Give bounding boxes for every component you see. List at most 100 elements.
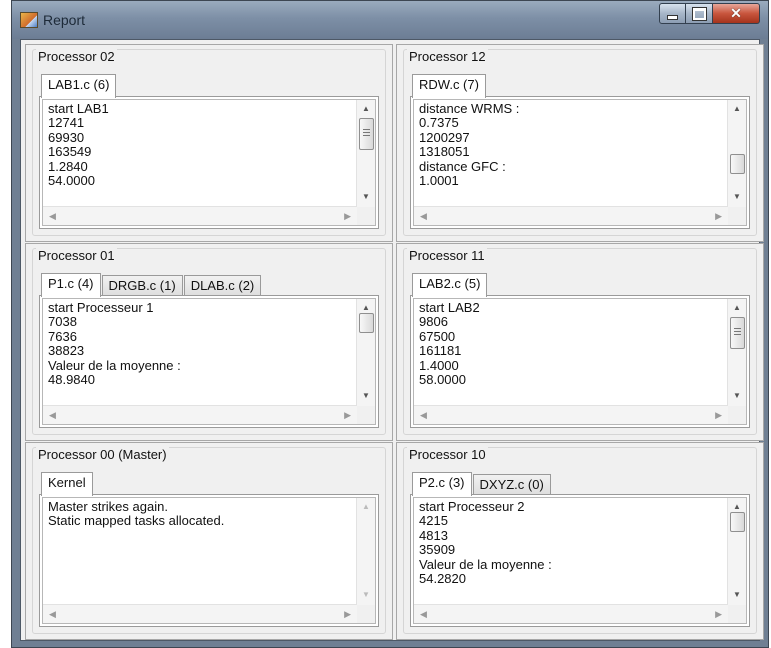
source-file-tab[interactable]: DXYZ.c (0) (472, 474, 551, 495)
scroll-left-arrow-icon[interactable]: ◀ (420, 212, 427, 221)
scroll-left-arrow-icon[interactable]: ◀ (49, 212, 56, 221)
scroll-thumb[interactable] (730, 154, 745, 174)
output-line: 0.7375 (419, 115, 459, 131)
tab-strip: Kernel (41, 472, 94, 496)
vertical-scrollbar[interactable]: ▲ ▼ (356, 299, 375, 406)
source-file-tab[interactable]: LAB2.c (5) (412, 273, 488, 297)
processor-groupbox: Processor 11 LAB2.c (5) start LAB2 9806 6750… (403, 248, 757, 435)
window-controls: ✕ (659, 3, 760, 26)
horizontal-scrollbar[interactable]: ◀ ▶ (43, 604, 357, 623)
close-button[interactable]: ✕ (713, 3, 760, 24)
source-file-tab[interactable]: P1.c (4) (41, 273, 101, 297)
output-line: 7636 (48, 328, 77, 344)
output-line: 7038 (48, 314, 77, 330)
output-textbox[interactable]: start Processeur 2 4215 4813 35909 Valeur de… (413, 497, 747, 624)
output-line: 1.2840 (48, 158, 88, 174)
scroll-thumb[interactable] (730, 512, 745, 532)
vertical-scrollbar[interactable]: ▲ ▼ (356, 100, 375, 207)
processor-title: Processor 02 (36, 49, 117, 64)
scroll-thumb[interactable] (730, 317, 745, 349)
title-bar[interactable]: Report ✕ (12, 1, 768, 39)
processor-panel: Processor 00 (Master) Kernel Master strike… (25, 442, 393, 640)
tab-page: start Processeur 1 7038 7636 38823 Valeur de… (39, 295, 379, 428)
output-line: 1200297 (419, 129, 470, 145)
processor-groupbox: Processor 00 (Master) Kernel Master strike… (32, 447, 386, 634)
scroll-left-arrow-icon[interactable]: ◀ (49, 411, 56, 420)
tab-page: distance WRMS :0.7375 1200297 1318051 dista… (410, 96, 750, 229)
scroll-thumb[interactable] (359, 118, 374, 150)
scroll-right-arrow-icon[interactable]: ▶ (715, 212, 722, 221)
horizontal-scrollbar[interactable]: ◀ ▶ (414, 405, 728, 424)
tab-page: start LAB1 12741 69930 163549 1.2840 54.0000 ▲… (39, 96, 379, 229)
scroll-up-arrow-icon[interactable]: ▲ (362, 304, 370, 312)
output-textbox[interactable]: distance WRMS :0.7375 1200297 1318051 dista… (413, 99, 747, 226)
scroll-down-arrow-icon[interactable]: ▼ (362, 591, 370, 599)
output-line: 1.4000 (419, 357, 459, 373)
tab-page: start LAB2 9806 67500 161181 1.4000 58.0000 ▲ ▼… (410, 295, 750, 428)
source-file-tab[interactable]: Kernel (41, 472, 93, 496)
scroll-up-arrow-icon[interactable]: ▲ (362, 503, 370, 511)
source-file-tab[interactable]: P2.c (3) (412, 472, 472, 496)
source-file-tab[interactable]: LAB1.c (6) (41, 74, 117, 98)
app-icon[interactable] (20, 12, 38, 28)
minimize-icon (667, 14, 678, 20)
processor-title: Processor 11 (407, 248, 487, 263)
scroll-down-arrow-icon[interactable]: ▼ (362, 392, 370, 400)
horizontal-scrollbar[interactable]: ◀ ▶ (43, 405, 357, 424)
output-text: Master strikes again. Static mapped tasks… (48, 500, 353, 596)
scroll-right-arrow-icon[interactable]: ▶ (715, 411, 722, 420)
horizontal-scrollbar[interactable]: ◀ ▶ (414, 604, 728, 623)
output-line: 9806 (419, 314, 448, 330)
source-file-tab[interactable]: DRGB.c (1) (101, 275, 183, 296)
scroll-up-arrow-icon[interactable]: ▲ (733, 304, 741, 312)
scroll-left-arrow-icon[interactable]: ◀ (420, 411, 427, 420)
scroll-right-arrow-icon[interactable]: ▶ (344, 610, 351, 619)
vertical-scrollbar[interactable]: ▲ ▼ (356, 498, 375, 605)
scroll-grip (363, 129, 370, 130)
output-line: 67500 (419, 328, 456, 344)
tab-page: Master strikes again. Static mapped tasks… (39, 494, 379, 627)
processor-panel: Processor 02 LAB1.c (6) start LAB1 12741 699… (25, 44, 393, 242)
scroll-up-arrow-icon[interactable]: ▲ (733, 503, 741, 511)
minimize-button[interactable] (659, 3, 686, 24)
output-text: start LAB1 12741 69930 163549 1.2840 54.0000 (48, 102, 353, 198)
scroll-down-arrow-icon[interactable]: ▼ (733, 193, 741, 201)
output-line: start LAB1 (48, 102, 109, 116)
tab-strip: RDW.c (7) (412, 74, 487, 98)
vertical-scrollbar[interactable]: ▲ ▼ (727, 100, 746, 207)
processor-title: Processor 12 (407, 49, 488, 64)
horizontal-scrollbar[interactable]: ◀ ▶ (43, 206, 357, 225)
scroll-right-arrow-icon[interactable]: ▶ (344, 411, 351, 420)
maximize-button[interactable] (686, 3, 713, 24)
source-file-tab[interactable]: DLAB.c (2) (183, 275, 262, 296)
output-textbox[interactable]: start LAB1 12741 69930 163549 1.2840 54.0000 ▲… (42, 99, 376, 226)
scroll-thumb[interactable] (359, 313, 374, 333)
scroll-left-arrow-icon[interactable]: ◀ (420, 610, 427, 619)
output-textbox[interactable]: start Processeur 1 7038 7636 38823 Valeur de… (42, 298, 376, 425)
output-textbox[interactable]: Master strikes again. Static mapped tasks… (42, 497, 376, 624)
output-line: 35909 (419, 542, 456, 558)
scroll-down-arrow-icon[interactable]: ▼ (362, 193, 370, 201)
output-text: start LAB2 9806 67500 161181 1.4000 58.0000 (419, 301, 724, 397)
output-line: distance WRMS : (419, 102, 520, 116)
vertical-scrollbar[interactable]: ▲ ▼ (727, 299, 746, 406)
output-text: start Processeur 2 4215 4813 35909 Valeur de… (419, 500, 724, 596)
output-line: Static mapped tasks allocated. (48, 513, 225, 529)
scroll-left-arrow-icon[interactable]: ◀ (49, 610, 56, 619)
tab-strip: P2.c (3) DXYZ.c (0) (412, 472, 552, 496)
horizontal-scrollbar[interactable]: ◀ ▶ (414, 206, 728, 225)
scroll-right-arrow-icon[interactable]: ▶ (715, 610, 722, 619)
scroll-down-arrow-icon[interactable]: ▼ (733, 591, 741, 599)
source-file-tab[interactable]: RDW.c (7) (412, 74, 486, 98)
processor-groupbox: Processor 10 P2.c (3) DXYZ.c (0) start Proc… (403, 447, 757, 634)
vertical-scrollbar[interactable]: ▲ ▼ (727, 498, 746, 605)
output-line: 12741 (48, 115, 85, 131)
tab-strip: P1.c (4) DRGB.c (1) DLAB.c (2) (41, 273, 262, 297)
output-textbox[interactable]: start LAB2 9806 67500 161181 1.4000 58.0000 ▲ ▼… (413, 298, 747, 425)
scroll-up-arrow-icon[interactable]: ▲ (362, 105, 370, 113)
scroll-up-arrow-icon[interactable]: ▲ (733, 105, 741, 113)
output-line: 1.0001 (419, 173, 459, 189)
processor-title: Processor 01 (36, 248, 117, 263)
scroll-right-arrow-icon[interactable]: ▶ (344, 212, 351, 221)
scroll-down-arrow-icon[interactable]: ▼ (733, 392, 741, 400)
